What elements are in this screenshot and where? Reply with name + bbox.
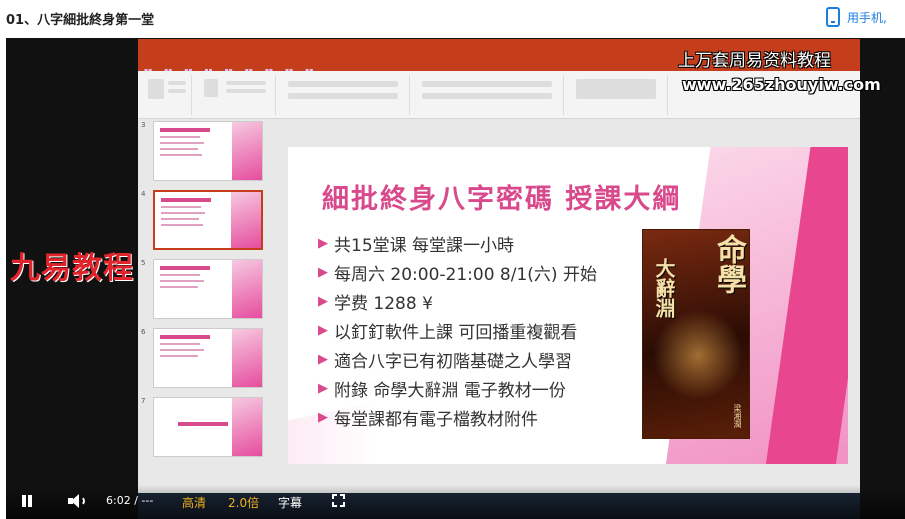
phone-icon: [826, 7, 840, 27]
speed-button[interactable]: 2.0倍: [228, 494, 259, 511]
slide-thumbnail-pane: 3 4 5 6 7: [138, 119, 276, 499]
slide-thumbnail[interactable]: [153, 259, 263, 319]
bullet-list: ▶ 共15堂课 每堂課一小時 ▶ 每周六 20:00-21:00 8/1(六) 开始…: [318, 229, 597, 432]
bullet-arrow-icon: ▶: [318, 410, 328, 425]
video-player[interactable]: ▪▪▪▪▪▪▪▪▪▪▪▪▪▪▪▪▪▪ 3 4 5 6 7 細批終身八字密碼 授課: [6, 38, 905, 519]
watermark-left: 九易教程: [10, 251, 134, 286]
powerpoint-window: ▪▪▪▪▪▪▪▪▪▪▪▪▪▪▪▪▪▪ 3 4 5 6 7 細批終身八字密碼 授課: [138, 39, 860, 519]
book-cover-image: 命學 大辭淵 梁湘潤: [642, 229, 750, 439]
bullet-arrow-icon: ▶: [318, 236, 328, 251]
slide-canvas: 細批終身八字密碼 授課大綱 ▶ 共15堂课 每堂課一小時 ▶ 每周六 20:00-2…: [288, 147, 848, 464]
volume-icon[interactable]: [68, 493, 86, 509]
thumbnail-number: 5: [141, 259, 146, 267]
book-author: 梁湘潤: [733, 404, 742, 428]
bullet-arrow-icon: ▶: [318, 352, 328, 367]
quality-button[interactable]: 高清: [182, 494, 206, 511]
slide-editor: 細批終身八字密碼 授課大綱 ▶ 共15堂课 每堂課一小時 ▶ 每周六 20:00-2…: [276, 119, 860, 499]
bullet-arrow-icon: ▶: [318, 265, 328, 280]
player-controls: 6:02 / --- 高清 2.0倍 字幕: [6, 485, 905, 519]
watermark-top: 上万套周易资料教程: [678, 51, 831, 71]
bullet-item: ▶ 以釘釘軟件上課 可回播重複觀看: [318, 323, 578, 343]
bullet-item: ▶ 附錄 命學大辭淵 電子教材一份: [318, 381, 566, 401]
bullet-item: ▶ 共15堂课 每堂課一小時: [318, 236, 515, 256]
bullet-item: ▶ 学费 1288 ¥: [318, 294, 433, 314]
subtitle-button[interactable]: 字幕: [278, 494, 302, 511]
bullet-arrow-icon: ▶: [318, 294, 328, 309]
thumbnail-number: 4: [141, 190, 146, 198]
bullet-item: ▶ 適合八字已有初階基礎之人學習: [318, 352, 572, 372]
slide-thumbnail[interactable]: [153, 397, 263, 457]
slide-thumbnail[interactable]: [153, 328, 263, 388]
mobile-link-label[interactable]: 用手机,: [847, 9, 887, 26]
pause-icon[interactable]: [20, 494, 34, 508]
slide-title: 細批終身八字密碼 授課大綱: [322, 184, 682, 215]
thumbnail-number: 7: [141, 397, 146, 405]
mobile-link[interactable]: 用手机,: [826, 7, 887, 27]
time-display: 6:02 / ---: [106, 494, 154, 507]
thumbnail-number: 3: [141, 121, 146, 129]
bullet-item: ▶ 每周六 20:00-21:00 8/1(六) 开始: [318, 265, 597, 285]
bullet-item: ▶ 每堂課都有電子檔教材附件: [318, 410, 538, 430]
slide-thumbnail-active[interactable]: [153, 190, 263, 250]
book-title-main: 命學: [711, 234, 746, 294]
watermark-url: www.265zhouyiw.com: [682, 75, 881, 94]
thumbnail-number: 6: [141, 328, 146, 336]
page-header: 01、八字細批終身第一堂 用手机,: [0, 0, 905, 38]
slide-thumbnail[interactable]: [153, 121, 263, 181]
bullet-arrow-icon: ▶: [318, 381, 328, 396]
fullscreen-icon[interactable]: [332, 494, 345, 507]
book-title-sub: 大辭淵: [652, 258, 676, 318]
video-title: 01、八字細批終身第一堂: [6, 13, 155, 28]
bullet-arrow-icon: ▶: [318, 323, 328, 338]
